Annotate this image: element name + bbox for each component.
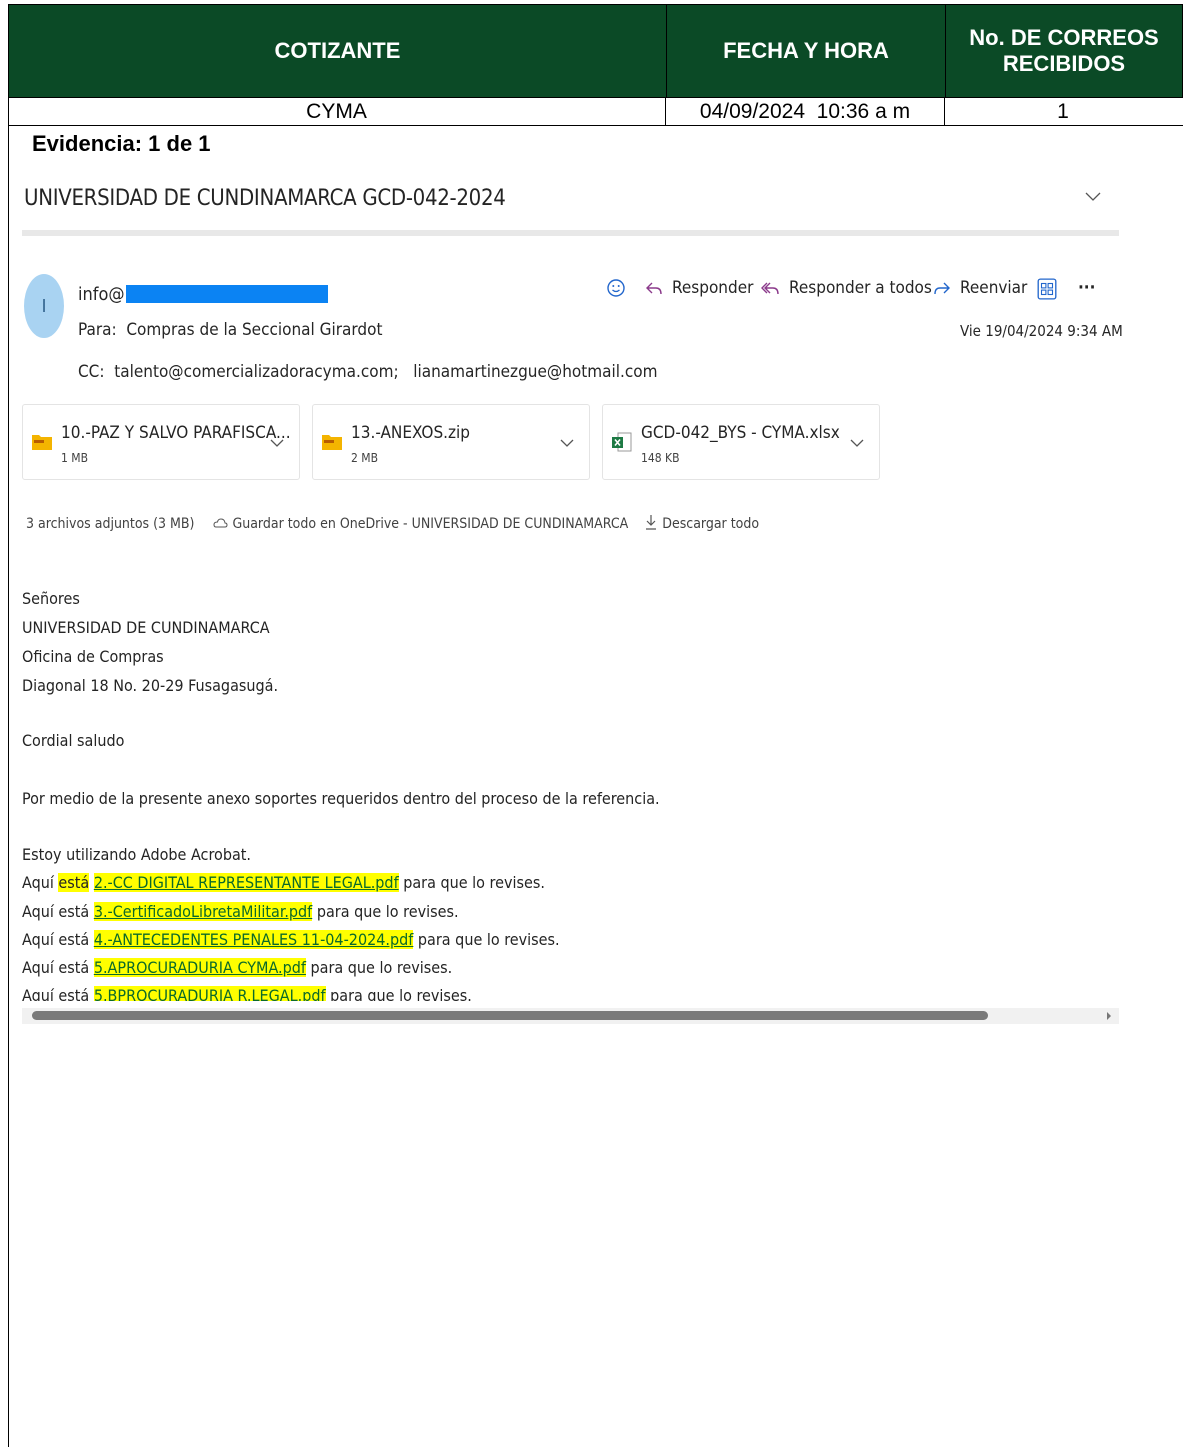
link-prefix: Aquí: [22, 902, 54, 921]
cloud-icon: [213, 518, 228, 528]
reply-all-label: Responder a todos: [789, 278, 932, 298]
evidence-label: Evidencia: 1 de 1: [32, 131, 211, 156]
cell-cotizante: CYMA: [306, 99, 367, 123]
chevron-down-icon[interactable]: [849, 435, 865, 451]
reply-label: Responder: [672, 278, 754, 298]
attachment-size: 148 KB: [641, 451, 680, 465]
table-row: CYMA 04/09/2024 10:36 a m 1: [8, 98, 1183, 126]
link-verb: está: [58, 958, 90, 977]
link-suffix: para que lo revises.: [316, 902, 459, 921]
smiley-icon: [607, 279, 625, 297]
attachment-name: 10.-PAZ Y SALVO PARAFISCA...: [61, 423, 291, 443]
attachment-name: 13.-ANEXOS.zip: [351, 423, 470, 443]
link-line: Aquí está 2.-CC DIGITAL REPRESENTANTE LE…: [22, 873, 545, 892]
link-suffix: para que lo revises.: [403, 873, 545, 892]
apps-icon: [1037, 278, 1057, 300]
link-prefix: Aquí: [22, 958, 54, 977]
save-onedrive-label: Guardar todo en OneDrive - UNIVERSIDAD D…: [232, 516, 629, 532]
link-verb: está: [58, 902, 90, 921]
header-correos: No. DE CORREOS RECIBIDOS: [969, 25, 1159, 76]
body-viewport: Aquí está 2.-CC DIGITAL REPRESENTANTE LE…: [0, 580, 1183, 1001]
more-actions-button[interactable]: ···: [1078, 278, 1095, 298]
link-prefix: Aquí: [22, 873, 54, 892]
attachment-card[interactable]: 10.-PAZ Y SALVO PARAFISCA... 1 MB: [22, 404, 300, 480]
link-verb: está: [58, 930, 90, 949]
forward-icon: [934, 282, 950, 295]
download-icon: [646, 515, 657, 530]
attachment-toolbar: 3 archivos adjuntos (3 MB) Guardar todo …: [26, 514, 759, 532]
zip-folder-icon: [322, 435, 342, 450]
reply-all-button[interactable]: Responder a todos: [761, 278, 932, 298]
recipient-cc: CC: talento@comercializadoracyma.com; li…: [78, 362, 658, 382]
chevron-down-icon[interactable]: [1083, 186, 1103, 206]
link-prefix: Aquí: [22, 986, 54, 1001]
attachment-link[interactable]: 5.APROCURADURIA CYMA.pdf: [93, 958, 306, 977]
chevron-down-icon[interactable]: [559, 435, 575, 451]
header-table: COTIZANTE FECHA Y HORA No. DE CORREOS RE…: [8, 4, 1183, 98]
reply-button[interactable]: Responder: [644, 278, 753, 298]
attachment-size: 2 MB: [351, 451, 379, 465]
link-line: Aquí está 5.BPROCURADURIA R.LEGAL.pdf pa…: [22, 986, 472, 1001]
scroll-right-arrow-icon[interactable]: [1105, 1011, 1113, 1021]
scrollbar-thumb[interactable]: [32, 1011, 988, 1020]
forward-button[interactable]: Reenviar: [932, 278, 1027, 298]
reply-icon: [646, 282, 662, 295]
apps-button[interactable]: [1036, 278, 1058, 300]
cell-correos: 1: [1057, 99, 1069, 123]
link-verb: está: [58, 873, 90, 892]
attachment-size: 1 MB: [61, 451, 89, 465]
sender-address[interactable]: info@: [78, 284, 125, 305]
reply-all-icon: [761, 282, 779, 295]
redaction-bar: [126, 285, 328, 303]
link-suffix: para que lo revises.: [330, 986, 472, 1001]
excel-file-icon: [612, 432, 632, 452]
header-fecha-hora: FECHA Y HORA: [723, 38, 889, 63]
download-all-label: Descargar todo: [662, 516, 760, 532]
link-prefix: Aquí: [22, 930, 54, 949]
header-cotizante: COTIZANTE: [274, 38, 401, 63]
received-date: Vie 19/04/2024 9:34 AM: [960, 322, 1123, 340]
horizontal-scrollbar[interactable]: [22, 1008, 1119, 1024]
chevron-down-icon[interactable]: [269, 435, 285, 451]
forward-label: Reenviar: [960, 278, 1028, 298]
recipient-to: Para: Compras de la Seccional Girardot: [78, 320, 383, 340]
link-suffix: para que lo revises.: [417, 930, 560, 949]
attachment-link[interactable]: 2.-CC DIGITAL REPRESENTANTE LEGAL.pdf: [93, 873, 399, 892]
link-verb: está: [58, 986, 90, 1001]
link-suffix: para que lo revises.: [310, 958, 453, 977]
attachment-summary: 3 archivos adjuntos (3 MB): [26, 516, 195, 532]
link-line: Aquí está 3.-CertificadoLibretaMilitar.p…: [22, 902, 459, 921]
subject-separator: [22, 230, 1119, 236]
attachment-link[interactable]: 5.BPROCURADURIA R.LEGAL.pdf: [93, 986, 326, 1001]
attachment-card[interactable]: 13.-ANEXOS.zip 2 MB: [312, 404, 590, 480]
attachment-card[interactable]: GCD-042_BYS - CYMA.xlsx 148 KB: [602, 404, 880, 480]
zip-folder-icon: [32, 435, 52, 450]
emoji-button[interactable]: [606, 278, 626, 298]
attachment-link[interactable]: 4.-ANTECEDENTES PENALES 11-04-2024.pdf: [93, 930, 414, 949]
save-onedrive-button[interactable]: Guardar todo en OneDrive - UNIVERSIDAD D…: [212, 516, 628, 532]
download-all-button[interactable]: Descargar todo: [644, 514, 759, 532]
email-subject: UNIVERSIDAD DE CUNDINAMARCA GCD-042-2024: [24, 186, 506, 211]
link-line: Aquí está 5.APROCURADURIA CYMA.pdf para …: [22, 958, 452, 977]
attachment-link[interactable]: 3.-CertificadoLibretaMilitar.pdf: [93, 902, 313, 921]
attachment-name: GCD-042_BYS - CYMA.xlsx: [641, 423, 840, 443]
cell-fecha-hora: 04/09/2024 10:36 a m: [699, 99, 911, 123]
link-line: Aquí está 4.-ANTECEDENTES PENALES 11-04-…: [22, 930, 560, 949]
avatar: I: [24, 274, 64, 338]
